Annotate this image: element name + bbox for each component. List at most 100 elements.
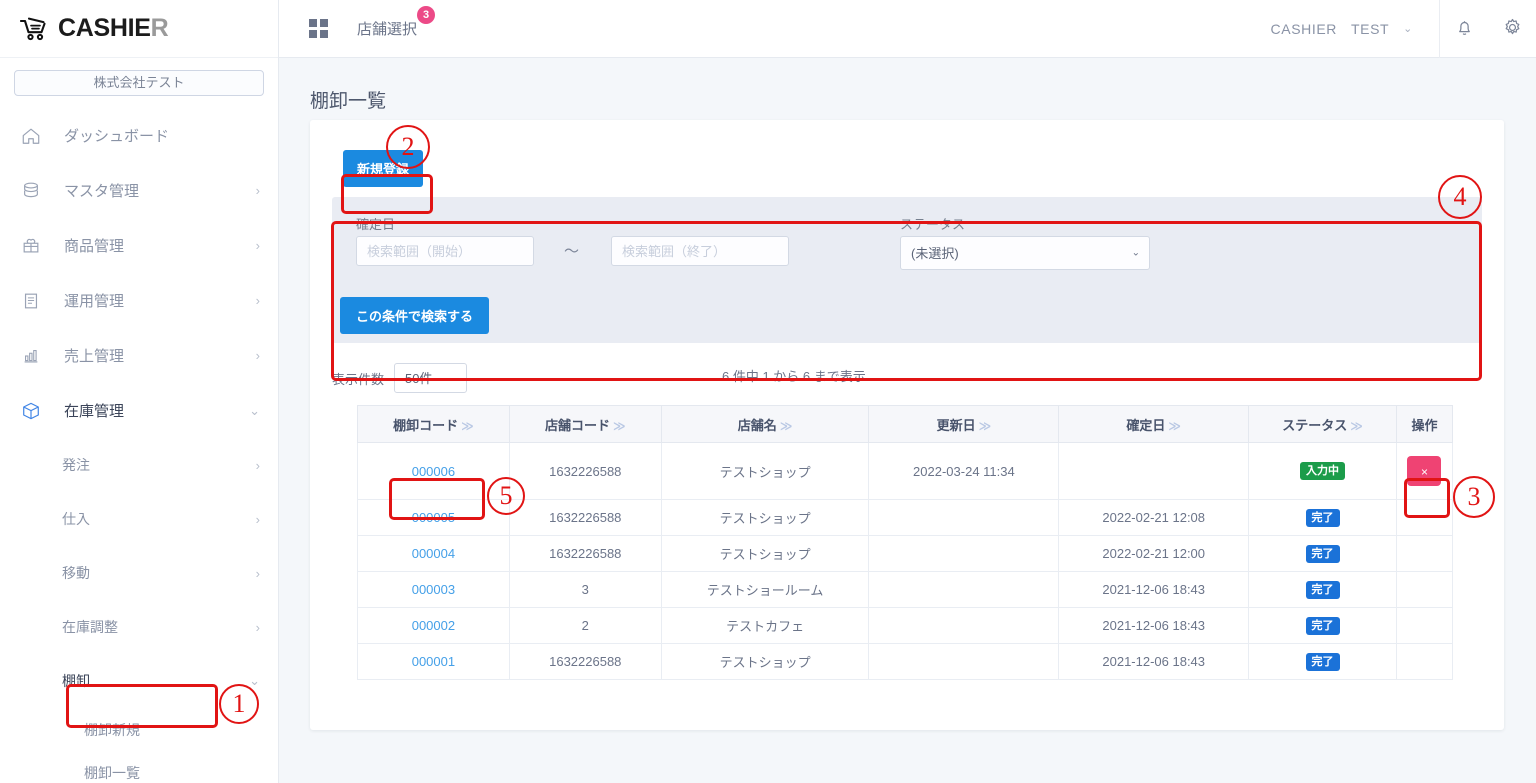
status-select[interactable]: (未選択)入力中完了 [900,236,1150,270]
stocktaking-code-link[interactable]: 000003 [412,582,455,597]
table-row: 000003 3 テストショールーム 2021-12-06 18:43 完了 [357,571,1454,608]
status-badge: 完了 [1305,652,1340,671]
table-row: 000002 2 テストカフェ 2021-12-06 18:43 完了 [357,607,1454,644]
chevron-right-icon: › [255,238,260,253]
table-column-header[interactable]: ステータス ≫ [1248,405,1397,443]
stocktaking-code-link[interactable]: 000002 [412,618,455,633]
company-name[interactable]: 株式会社テスト [14,70,264,96]
cell-updated-date [868,499,1060,536]
chevron-right-icon: › [255,293,260,308]
shop-select-button[interactable]: 店舗選択 3 [357,6,436,39]
notifications-button[interactable] [1440,0,1488,58]
delete-row-button[interactable]: × [1407,456,1442,486]
cell-code: 000004 [357,535,510,572]
table-column-header[interactable]: 店舗名 ≫ [660,405,870,443]
stocktaking-code-link[interactable]: 000005 [412,510,455,525]
cell-shop-name: テストショールーム [660,571,870,608]
cell-action [1395,535,1454,572]
table-column-header[interactable]: 棚卸コード ≫ [357,405,510,443]
cell-fixed-date: 2022-02-21 12:00 [1058,535,1250,572]
sidebar-item-purchase[interactable]: 仕入 › [0,492,278,546]
cell-shop-name: テストショップ [660,643,870,680]
status-badge: 完了 [1305,580,1340,599]
sidebar-item-order[interactable]: 発注 › [0,438,278,492]
cell-shop-name: テストカフェ [660,607,870,644]
new-button-wrap: 新規登録 [343,150,424,187]
sidebar-item-label: 仕入 [62,511,90,527]
topbar: 店舗選択 3 CASHIER TEST ⌄ [279,0,1536,58]
sort-icon[interactable]: ≫ [780,419,793,433]
search-submit-button[interactable]: この条件で検索する [340,297,490,334]
sidebar-item-label: 在庫管理 [64,403,125,420]
sidebar-item-operation[interactable]: 運用管理 › [0,273,278,328]
table-row: 000005 1632226588 テストショップ 2022-02-21 12:08 完… [357,499,1454,536]
status-badge: 入力中 [1300,462,1346,480]
gift-icon [18,235,44,257]
cell-action [1395,571,1454,608]
sort-icon[interactable]: ≫ [461,419,474,433]
sidebar-item-stocktaking[interactable]: 棚卸 ⌄ [0,654,278,708]
sort-icon[interactable]: ≫ [613,419,626,433]
sidebar-item-inventory[interactable]: 在庫管理 ⌄ [0,383,278,438]
cell-updated-date [868,571,1060,608]
per-page-label: 表示件数 [332,371,385,387]
table-column-header[interactable]: 店舗コード ≫ [508,405,662,443]
sidebar-item-master[interactable]: マスタ管理 › [0,163,278,218]
sort-icon[interactable]: ≫ [1350,419,1363,433]
sort-icon[interactable]: ≫ [1168,419,1181,433]
sidebar-item-stocktaking-new[interactable]: 棚卸新規 [0,708,278,751]
search-panel: 確定日 ～ ステータス (未選択)入力中完了 ⌄ この条件で検索する [332,197,1482,343]
cell-code: 000005 [357,499,510,536]
sidebar-item-label: ダッシュボード [64,128,170,145]
home-icon [18,125,44,147]
bell-icon [1454,17,1475,41]
bar-chart-icon [18,345,44,367]
fixed-date-from-input[interactable] [356,236,534,266]
cell-action [1395,643,1454,680]
cell-updated-date [868,535,1060,572]
table-header: 棚卸コード ≫ 店舗コード ≫ 店舗名 ≫ 更新日 ≫ 確定日 ≫ ステータス ≫ 操作 [357,405,1454,443]
cell-status: 完了 [1248,571,1397,608]
brand-name-accent: R [150,14,169,42]
cell-updated-date: 2022-03-24 11:34 [868,442,1060,500]
sidebar-item-label: 棚卸新規 [84,721,140,738]
table-column-header[interactable]: 確定日 ≫ [1058,405,1250,443]
per-page-select-wrap: 10件25件50件100件 ⌄ [394,363,468,393]
new-register-button[interactable]: 新規登録 [343,150,424,187]
settings-button[interactable] [1488,0,1536,58]
sidebar-item-dashboard[interactable]: ダッシュボード [0,108,278,163]
sidebar-item-label: 商品管理 [64,238,125,255]
per-page-select[interactable]: 10件25件50件100件 [394,363,468,393]
sidebar-item-sales[interactable]: 売上管理 › [0,328,278,383]
chevron-right-icon: › [255,511,260,527]
chevron-down-icon: ⌄ [249,402,260,418]
chevron-right-icon: › [255,565,260,581]
sidebar-item-transfer[interactable]: 移動 › [0,546,278,600]
cell-action: × [1395,442,1454,500]
fixed-date-label: 確定日 [356,217,396,232]
gear-icon [1502,17,1523,41]
cell-action [1395,499,1454,536]
cell-code: 000002 [357,607,510,644]
cell-code: 000006 [357,442,510,500]
user-menu[interactable]: CASHIER TEST ⌄ [1271,0,1440,58]
cell-fixed-date: 2022-02-21 12:08 [1058,499,1250,536]
table-column-header[interactable]: 更新日 ≫ [868,405,1060,443]
table-row: 000001 1632226588 テストショップ 2021-12-06 18:43 完… [357,643,1454,680]
cell-shop-code: 3 [508,571,662,608]
stocktaking-code-link[interactable]: 000006 [412,464,455,479]
clipboard-icon [18,290,44,312]
sidebar-item-product[interactable]: 商品管理 › [0,218,278,273]
grid-icon[interactable] [309,19,329,38]
sidebar-item-label: 移動 [62,565,90,581]
sidebar-item-stock-adjust[interactable]: 在庫調整 › [0,600,278,654]
cell-updated-date [868,643,1060,680]
brand-logo[interactable]: CASHIER [0,0,278,58]
fixed-date-to-input[interactable] [611,236,789,266]
sidebar-item-stocktaking-list[interactable]: 棚卸一覧 [0,751,278,783]
stocktaking-code-link[interactable]: 000001 [412,654,455,669]
user-sub-name: TEST [1350,20,1390,37]
sort-icon[interactable]: ≫ [979,419,992,433]
cell-shop-name: テストショップ [660,535,870,572]
stocktaking-code-link[interactable]: 000004 [412,546,455,561]
